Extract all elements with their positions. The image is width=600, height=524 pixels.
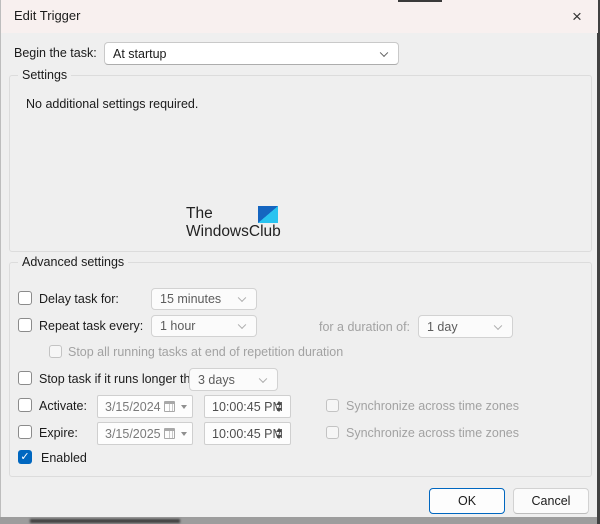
duration-combobox: 1 day <box>418 315 513 338</box>
expire-date-value: 3/15/2025 <box>105 426 161 441</box>
begin-task-label: Begin the task: <box>14 46 97 60</box>
repeat-task-checkbox[interactable] <box>18 318 32 332</box>
begin-task-combobox[interactable]: At startup <box>104 42 399 65</box>
calendar-icon <box>164 428 175 439</box>
stop-task-label: Stop task if it runs longer than: <box>39 372 208 386</box>
stop-all-tasks-checkbox <box>49 345 62 358</box>
stop-all-tasks-label: Stop all running tasks at end of repetit… <box>68 345 344 359</box>
edit-trigger-dialog: Edit Trigger × Begin the task: At startu… <box>0 0 598 517</box>
expire-sync-checkbox <box>326 426 339 439</box>
activate-checkbox[interactable] <box>18 398 32 412</box>
enabled-checkbox[interactable]: ✓ <box>18 450 32 464</box>
spinner-icon <box>272 396 286 417</box>
chevron-down-icon <box>493 321 503 330</box>
duration-value: 1 day <box>427 319 458 334</box>
delay-task-checkbox[interactable] <box>18 291 32 305</box>
chevron-down-icon <box>237 293 247 303</box>
window-title: Edit Trigger <box>14 8 81 23</box>
begin-task-value: At startup <box>113 46 167 61</box>
cancel-button[interactable]: Cancel <box>513 488 589 514</box>
expire-checkbox[interactable] <box>18 425 32 439</box>
activate-date-value: 3/15/2024 <box>105 399 161 414</box>
chevron-down-icon <box>237 320 247 330</box>
delay-task-value: 15 minutes <box>160 292 222 306</box>
backdrop-artifact <box>30 519 180 523</box>
expire-time-picker: 10:00:45 PM <box>204 422 291 445</box>
calendar-icon <box>164 401 175 412</box>
activate-sync-checkbox <box>326 399 339 412</box>
watermark: The WindowsClub <box>186 205 281 241</box>
delay-task-label: Delay task for: <box>39 292 119 306</box>
spinner-icon <box>272 423 286 444</box>
activate-label: Activate: <box>39 399 87 413</box>
expire-date-picker: 3/15/2025 <box>97 422 193 445</box>
watermark-line2: WindowsClub <box>186 223 281 240</box>
delay-task-combobox: 15 minutes <box>151 288 257 310</box>
settings-groupbox: Settings No additional settings required… <box>9 68 592 252</box>
chevron-down-icon <box>379 48 389 57</box>
repeat-task-label: Repeat task every: <box>39 319 144 333</box>
stop-task-value: 3 days <box>198 372 235 387</box>
stop-task-combobox: 3 days <box>189 368 278 391</box>
close-icon[interactable]: × <box>563 5 591 28</box>
titlebar: Edit Trigger × <box>1 0 598 33</box>
expire-label: Expire: <box>39 426 78 440</box>
stop-task-checkbox[interactable] <box>18 371 32 385</box>
chevron-down-icon <box>258 374 268 383</box>
settings-message: No additional settings required. <box>26 97 199 111</box>
backdrop-artifact-top <box>398 0 442 2</box>
enabled-label: Enabled <box>41 451 87 465</box>
expire-sync-label: Synchronize across time zones <box>346 426 519 440</box>
duration-label: for a duration of: <box>319 320 411 334</box>
activate-sync-label: Synchronize across time zones <box>346 399 519 413</box>
dropdown-arrow-icon <box>181 405 187 409</box>
windowsclub-logo-icon <box>258 206 278 223</box>
settings-group-label: Settings <box>18 68 72 82</box>
repeat-task-combobox: 1 hour <box>151 315 257 337</box>
dropdown-arrow-icon <box>181 432 187 436</box>
advanced-settings-group-label: Advanced settings <box>18 255 129 269</box>
repeat-task-value: 1 hour <box>160 319 196 333</box>
check-icon: ✓ <box>20 450 30 463</box>
activate-date-picker: 3/15/2024 <box>97 395 193 418</box>
activate-time-picker: 10:00:45 PM <box>204 395 291 418</box>
ok-button[interactable]: OK <box>429 488 505 514</box>
screen: Edit Trigger × Begin the task: At startu… <box>0 0 600 524</box>
